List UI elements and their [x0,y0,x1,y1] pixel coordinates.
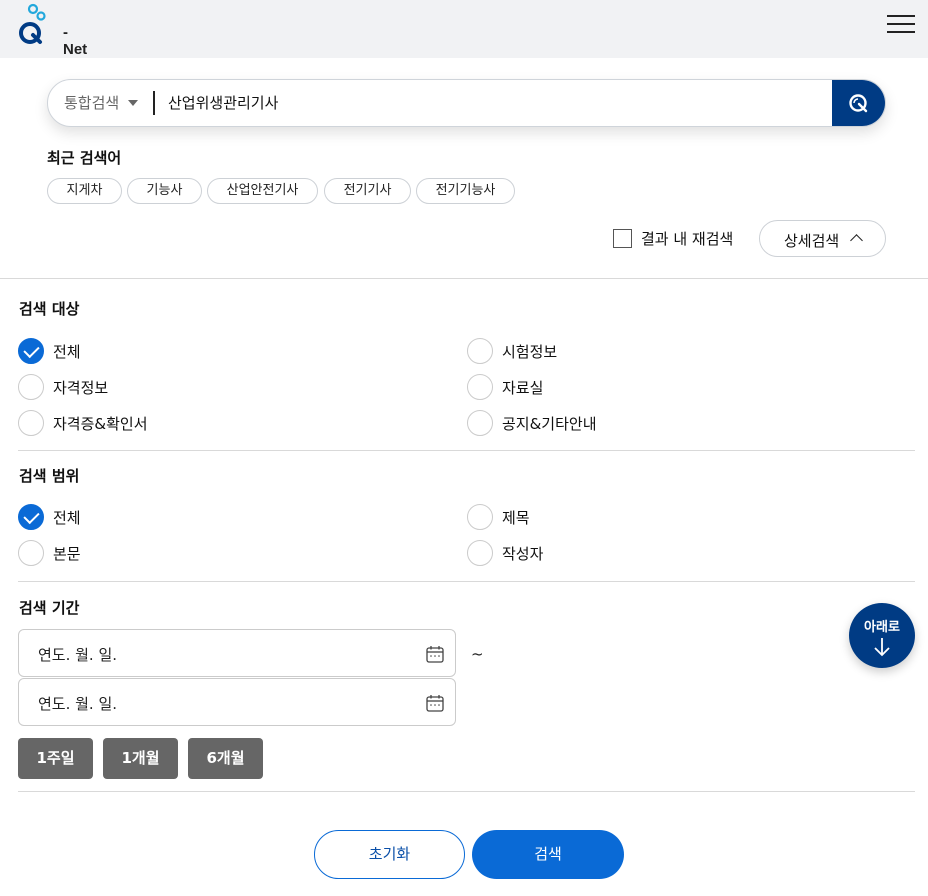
recent-keyword-chip[interactable]: 산업안전기사 [207,178,318,204]
search-period-title: 검색 기간 [19,599,80,617]
option-label: 자격정보 [53,379,109,397]
period-1-week-button[interactable]: 1주일 [18,738,93,779]
top-bar: - Net [0,0,928,58]
radio-circle [18,540,44,566]
recent-keyword-chip[interactable]: 기능사 [127,178,202,204]
search-target-title: 검색 대상 [19,300,80,318]
magnifier-icon [849,94,868,113]
qnet-logo-mark-icon [19,3,46,44]
option-label: 공지&기타안내 [502,415,597,433]
search-range-title: 검색 범위 [19,467,80,485]
radio-circle [467,504,493,530]
option-label: 자료실 [502,379,544,397]
recent-keyword-chip[interactable]: 전기기사 [324,178,411,204]
qnet-logo[interactable]: - Net [18,3,87,58]
rescan-label: 결과 내 재검색 [641,230,734,248]
arrow-down-icon [874,638,890,657]
option-label: 작성자 [502,545,544,563]
radio-circle [467,410,493,436]
check-icon [18,338,44,364]
radio-circle [18,410,44,436]
scroll-down-button[interactable]: 아래로 [849,603,915,668]
caret-down-icon [128,100,138,106]
date-range-separator: ~ [471,645,484,663]
calendar-icon[interactable] [426,694,444,712]
search-button[interactable]: 검색 [472,830,624,879]
end-date-placeholder: 연도. 월. 일. [38,695,118,713]
start-date-placeholder: 연도. 월. 일. [38,646,118,664]
scroll-down-label: 아래로 [864,620,900,635]
logo-text: - Net [63,24,88,58]
option-label: 전체 [53,509,81,527]
divider [153,91,155,115]
chevron-up-icon [850,234,863,247]
start-date-input[interactable]: 연도. 월. 일. [18,629,456,677]
radio-circle [467,374,493,400]
recent-keyword-chip[interactable]: 지게차 [47,178,122,204]
check-icon [18,504,44,530]
search-submit-button[interactable] [832,80,885,126]
search-input[interactable]: 산업위생관리기사 [168,80,278,126]
detail-search-button[interactable]: 상세검색 [759,220,886,257]
section-divider [18,450,915,451]
reset-button[interactable]: 초기화 [314,830,465,879]
radio-circle [18,374,44,400]
radio-circle [467,338,493,364]
option-label: 전체 [53,343,81,361]
calendar-icon[interactable] [426,645,444,663]
detail-search-label: 상세검색 [784,232,840,250]
option-label: 자격증&확인서 [53,415,148,433]
radio-circle [467,540,493,566]
period-1-month-button[interactable]: 1개월 [103,738,178,779]
option-label: 본문 [53,545,81,563]
scope-label: 통합검색 [64,94,120,112]
end-date-input[interactable]: 연도. 월. 일. [18,678,456,726]
option-label: 제목 [502,509,530,527]
recent-keyword-chip[interactable]: 전기기능사 [416,178,515,204]
recent-keywords-title: 최근 검색어 [47,149,122,167]
option-label: 시험정보 [502,343,558,361]
section-divider [18,791,915,792]
search-bar: 통합검색 산업위생관리기사 [47,79,886,127]
section-divider [0,278,928,279]
section-divider [18,581,915,582]
rescan-checkbox[interactable] [613,229,632,248]
period-6-months-button[interactable]: 6개월 [188,738,263,779]
hamburger-menu-icon[interactable] [887,15,915,35]
